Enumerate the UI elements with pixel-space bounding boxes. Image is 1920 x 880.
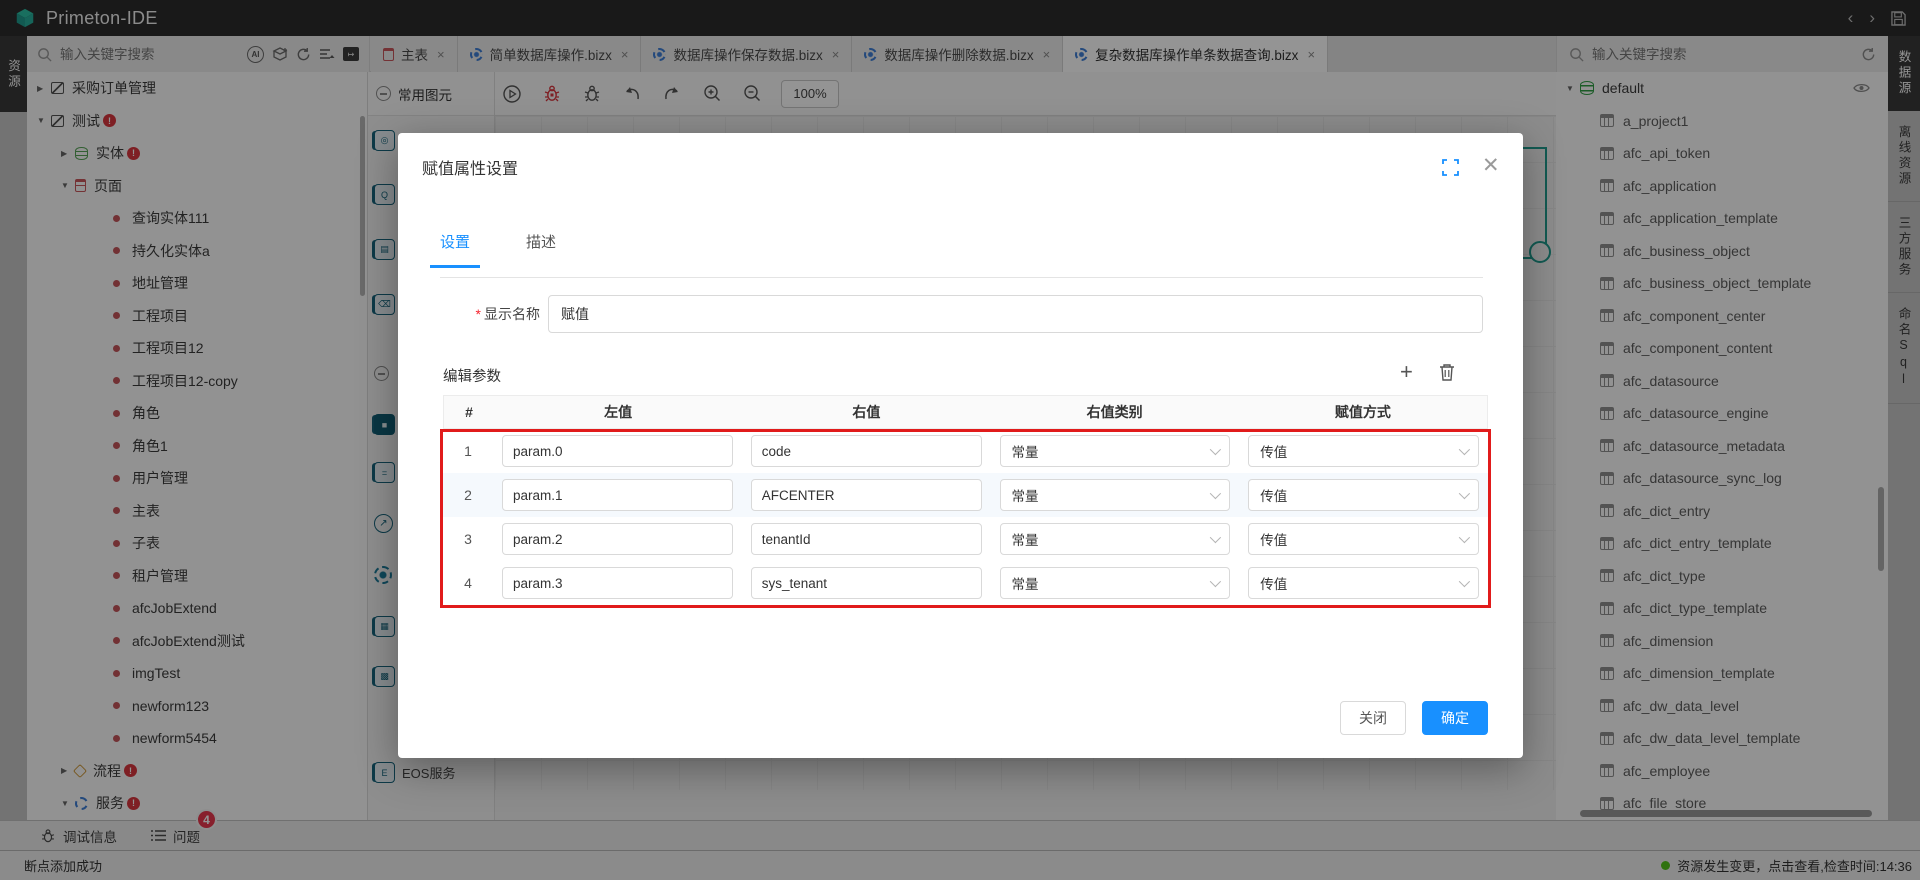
category-select[interactable]: 常量 [1000, 567, 1231, 599]
tab-divider [440, 277, 1483, 278]
chevron-down-icon [1459, 444, 1470, 455]
category-value: 常量 [1012, 485, 1039, 505]
display-name-row: *显示名称 [440, 295, 1483, 333]
delete-row-icon[interactable] [1439, 363, 1455, 381]
column-header: 右值类别 [991, 402, 1239, 422]
right-value-input[interactable] [751, 567, 982, 599]
fullscreen-icon[interactable] [1442, 159, 1459, 176]
left-value-input[interactable] [502, 479, 733, 511]
edit-params-label: 编辑参数 [443, 365, 501, 386]
close-icon[interactable]: ✕ [1482, 153, 1500, 178]
row-number: 1 [443, 443, 493, 459]
params-table: #左值右值右值类别赋值方式 1 常量 传值 2 [443, 395, 1488, 605]
dialog-tab-label: 描述 [526, 234, 556, 251]
left-value-input[interactable] [502, 523, 733, 555]
category-value: 常量 [1012, 529, 1039, 549]
display-name-input[interactable] [548, 295, 1483, 333]
right-value-input[interactable] [751, 435, 982, 467]
chevron-down-icon [1210, 444, 1221, 455]
ide-window: Primeton-IDE ‹ › AI ↦ 主表 × [0, 0, 1920, 880]
confirm-button[interactable]: 确定 [1422, 701, 1488, 735]
column-header: 右值 [742, 402, 990, 422]
column-header: 左值 [494, 402, 742, 422]
column-header: # [444, 404, 494, 420]
chevron-down-icon [1459, 488, 1470, 499]
params-table-header: #左值右值右值类别赋值方式 [443, 395, 1488, 429]
params-rows: 1 常量 传值 2 常量 传值 [443, 429, 1488, 605]
dialog-tabs: 设置 描述 [440, 231, 556, 268]
left-value-input[interactable] [502, 567, 733, 599]
param-row: 4 常量 传值 [443, 561, 1488, 605]
dialog-tab-label: 设置 [440, 234, 470, 251]
chevron-down-icon [1210, 532, 1221, 543]
dialog-title: 赋值属性设置 [422, 155, 518, 179]
column-header: 赋值方式 [1239, 402, 1487, 422]
category-select[interactable]: 常量 [1000, 523, 1231, 555]
method-value: 传值 [1260, 573, 1287, 593]
method-select[interactable]: 传值 [1248, 567, 1479, 599]
chevron-down-icon [1210, 576, 1221, 587]
category-select[interactable]: 常量 [1000, 435, 1231, 467]
dialog-tab[interactable]: 设置 [440, 231, 470, 268]
param-row: 3 常量 传值 [443, 517, 1488, 561]
row-number: 3 [443, 531, 493, 547]
method-value: 传值 [1260, 441, 1287, 461]
chevron-down-icon [1459, 576, 1470, 587]
category-select[interactable]: 常量 [1000, 479, 1231, 511]
param-row: 1 常量 传值 [443, 429, 1488, 473]
assign-properties-dialog: 赋值属性设置 ✕ 设置 描述 *显示名称 编辑参数 + [398, 133, 1523, 758]
close-button[interactable]: 关闭 [1340, 701, 1406, 735]
display-name-label: *显示名称 [440, 304, 548, 324]
chevron-down-icon [1210, 488, 1221, 499]
category-value: 常量 [1012, 441, 1039, 461]
row-number: 2 [443, 487, 493, 503]
required-mark: * [476, 306, 481, 322]
params-table-body: 1 常量 传值 2 常量 传值 [443, 429, 1488, 605]
method-select[interactable]: 传值 [1248, 435, 1479, 467]
row-number: 4 [443, 575, 493, 591]
chevron-down-icon [1459, 532, 1470, 543]
left-value-input[interactable] [502, 435, 733, 467]
method-select[interactable]: 传值 [1248, 523, 1479, 555]
right-value-input[interactable] [751, 523, 982, 555]
method-value: 传值 [1260, 485, 1287, 505]
method-select[interactable]: 传值 [1248, 479, 1479, 511]
param-row: 2 常量 传值 [443, 473, 1488, 517]
dialog-tab[interactable]: 描述 [526, 231, 556, 268]
method-value: 传值 [1260, 529, 1287, 549]
right-value-input[interactable] [751, 479, 982, 511]
category-value: 常量 [1012, 573, 1039, 593]
add-row-icon[interactable]: + [1400, 359, 1413, 385]
